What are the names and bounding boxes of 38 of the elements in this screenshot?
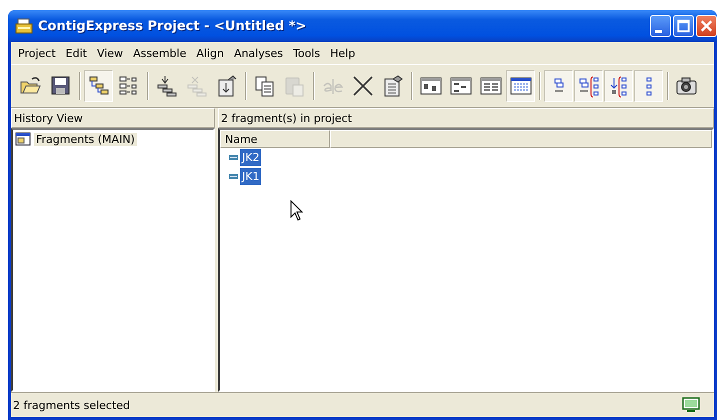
minimize-icon: [655, 30, 662, 32]
mouse-pointer-icon: [290, 200, 303, 221]
boxes-icon: [646, 76, 652, 96]
menu-item[interactable]: Assemble: [128, 46, 192, 60]
status-text: 2 fragments selected: [13, 398, 130, 412]
menu-item[interactable]: View: [92, 46, 128, 60]
window-icon: [15, 132, 31, 146]
menu-item[interactable]: Project: [13, 46, 61, 60]
column-header[interactable]: Name: [220, 130, 330, 148]
app-icon: [15, 18, 33, 34]
close-button[interactable]: [696, 15, 717, 37]
fragment-icon: [229, 174, 238, 179]
toolbar-button[interactable]: [574, 70, 603, 102]
panel-header: History View: [11, 108, 215, 128]
menu-item[interactable]: Analyses: [228, 46, 288, 60]
monitor-icon: [682, 397, 700, 413]
copy-icon: [252, 74, 276, 98]
fragment-icon: [229, 155, 238, 160]
toolbar-button[interactable]: [604, 70, 633, 102]
tree-item[interactable]: Fragments (MAIN): [34, 132, 137, 146]
toolbar-button[interactable]: [84, 70, 113, 102]
menu-item[interactable]: Align: [191, 46, 229, 60]
panel-header: 2 fragment(s) in project: [218, 108, 714, 128]
stacked-bars-icon: [154, 74, 178, 98]
menu-item[interactable]: Help: [325, 46, 360, 60]
menu-item[interactable]: Tools: [288, 46, 326, 60]
maximize-button[interactable]: [673, 15, 694, 37]
boxes-icon: [576, 74, 600, 98]
window-title: ContigExpress Project - <Untitled *>: [38, 18, 308, 34]
list-item[interactable]: JK1: [240, 168, 262, 185]
list-item[interactable]: JK2: [240, 149, 262, 166]
toolbar-button[interactable]: [506, 70, 535, 102]
menu-item[interactable]: Edit: [60, 46, 92, 60]
minimize-button[interactable]: [650, 15, 671, 37]
stacked-bars-icon: [184, 74, 208, 98]
toolbar-button[interactable]: [634, 70, 663, 102]
toolbar-button[interactable]: [544, 70, 573, 102]
cross-icon: [350, 74, 374, 98]
